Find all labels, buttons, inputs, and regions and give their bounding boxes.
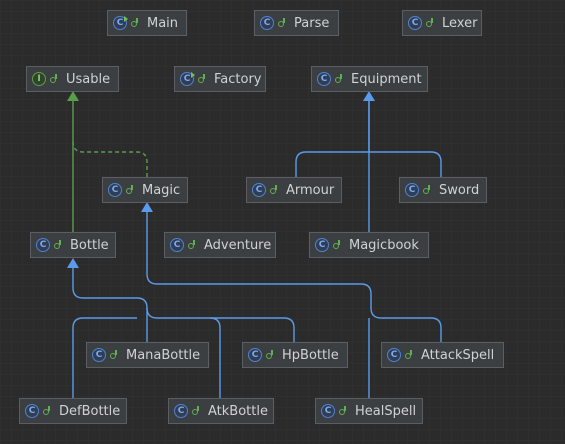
class-icon: C <box>25 404 39 418</box>
class-magicbook[interactable]: C Magicbook <box>309 232 429 258</box>
uml-diagram-canvas: C Main C Parse C Lexer I Usable C Factor… <box>0 0 565 444</box>
public-visibility-icon <box>130 18 140 28</box>
main-class-icon: C <box>113 16 128 30</box>
edge-armour-equipment <box>295 100 370 177</box>
public-visibility-icon <box>422 185 432 195</box>
class-bottle[interactable]: C Bottle <box>30 232 116 258</box>
class-hpbottle[interactable]: C HpBottle <box>242 342 348 368</box>
class-icon: C <box>108 183 122 197</box>
public-visibility-icon <box>332 240 342 250</box>
class-icon: C <box>248 348 262 362</box>
edge-manabottle-bottle <box>72 267 148 342</box>
public-visibility-icon <box>197 74 207 84</box>
class-icon: C <box>260 16 274 30</box>
class-manabottle[interactable]: C ManaBottle <box>86 342 209 368</box>
class-defbottle[interactable]: C DefBottle <box>19 398 127 424</box>
public-visibility-icon <box>277 18 287 28</box>
edge-magic-usable <box>72 141 148 177</box>
class-icon: C <box>387 348 401 362</box>
usable-arrowhead <box>67 91 79 101</box>
interface-icon: I <box>32 72 46 86</box>
interface-usable[interactable]: I Usable <box>26 66 119 92</box>
class-icon: C <box>170 238 184 252</box>
class-icon: C <box>317 72 331 86</box>
main-class-icon: C <box>180 72 195 86</box>
class-icon: C <box>174 404 188 418</box>
public-visibility-icon <box>191 406 201 416</box>
public-visibility-icon <box>404 350 414 360</box>
class-icon: C <box>315 238 329 252</box>
class-parse[interactable]: C Parse <box>254 10 339 36</box>
class-attackspell[interactable]: C AttackSpell <box>381 342 504 368</box>
class-icon: C <box>92 348 106 362</box>
edge-attackspell-magic <box>146 211 442 342</box>
class-factory[interactable]: C Factory <box>174 66 266 92</box>
class-adventure[interactable]: C Adventure <box>164 232 276 258</box>
public-visibility-icon <box>265 350 275 360</box>
public-visibility-icon <box>125 185 135 195</box>
class-armour[interactable]: C Armour <box>246 177 342 203</box>
edge-atkbottle-bottle <box>209 317 221 398</box>
equipment-arrowhead <box>363 91 375 101</box>
public-visibility-icon <box>49 74 59 84</box>
public-visibility-icon <box>109 350 119 360</box>
public-visibility-icon <box>338 406 348 416</box>
class-icon: C <box>405 183 419 197</box>
class-main[interactable]: C Main <box>107 10 187 36</box>
public-visibility-icon <box>269 185 279 195</box>
class-magic[interactable]: C Magic <box>102 177 188 203</box>
edge-sword-equipment <box>369 151 442 177</box>
class-icon: C <box>321 404 335 418</box>
class-icon: C <box>36 238 50 252</box>
class-equipment[interactable]: C Equipment <box>311 66 428 92</box>
public-visibility-icon <box>187 240 197 250</box>
class-icon: C <box>252 183 266 197</box>
class-lexer[interactable]: C Lexer <box>402 10 482 36</box>
public-visibility-icon <box>425 18 435 28</box>
public-visibility-icon <box>53 240 63 250</box>
class-sword[interactable]: C Sword <box>399 177 487 203</box>
public-visibility-icon <box>42 406 52 416</box>
bottle-arrowhead <box>67 258 79 268</box>
public-visibility-icon <box>334 74 344 84</box>
magic-arrowhead <box>141 202 153 212</box>
class-healspell[interactable]: C HealSpell <box>315 398 423 424</box>
class-icon: C <box>408 16 422 30</box>
class-atkbottle[interactable]: C AtkBottle <box>168 398 274 424</box>
